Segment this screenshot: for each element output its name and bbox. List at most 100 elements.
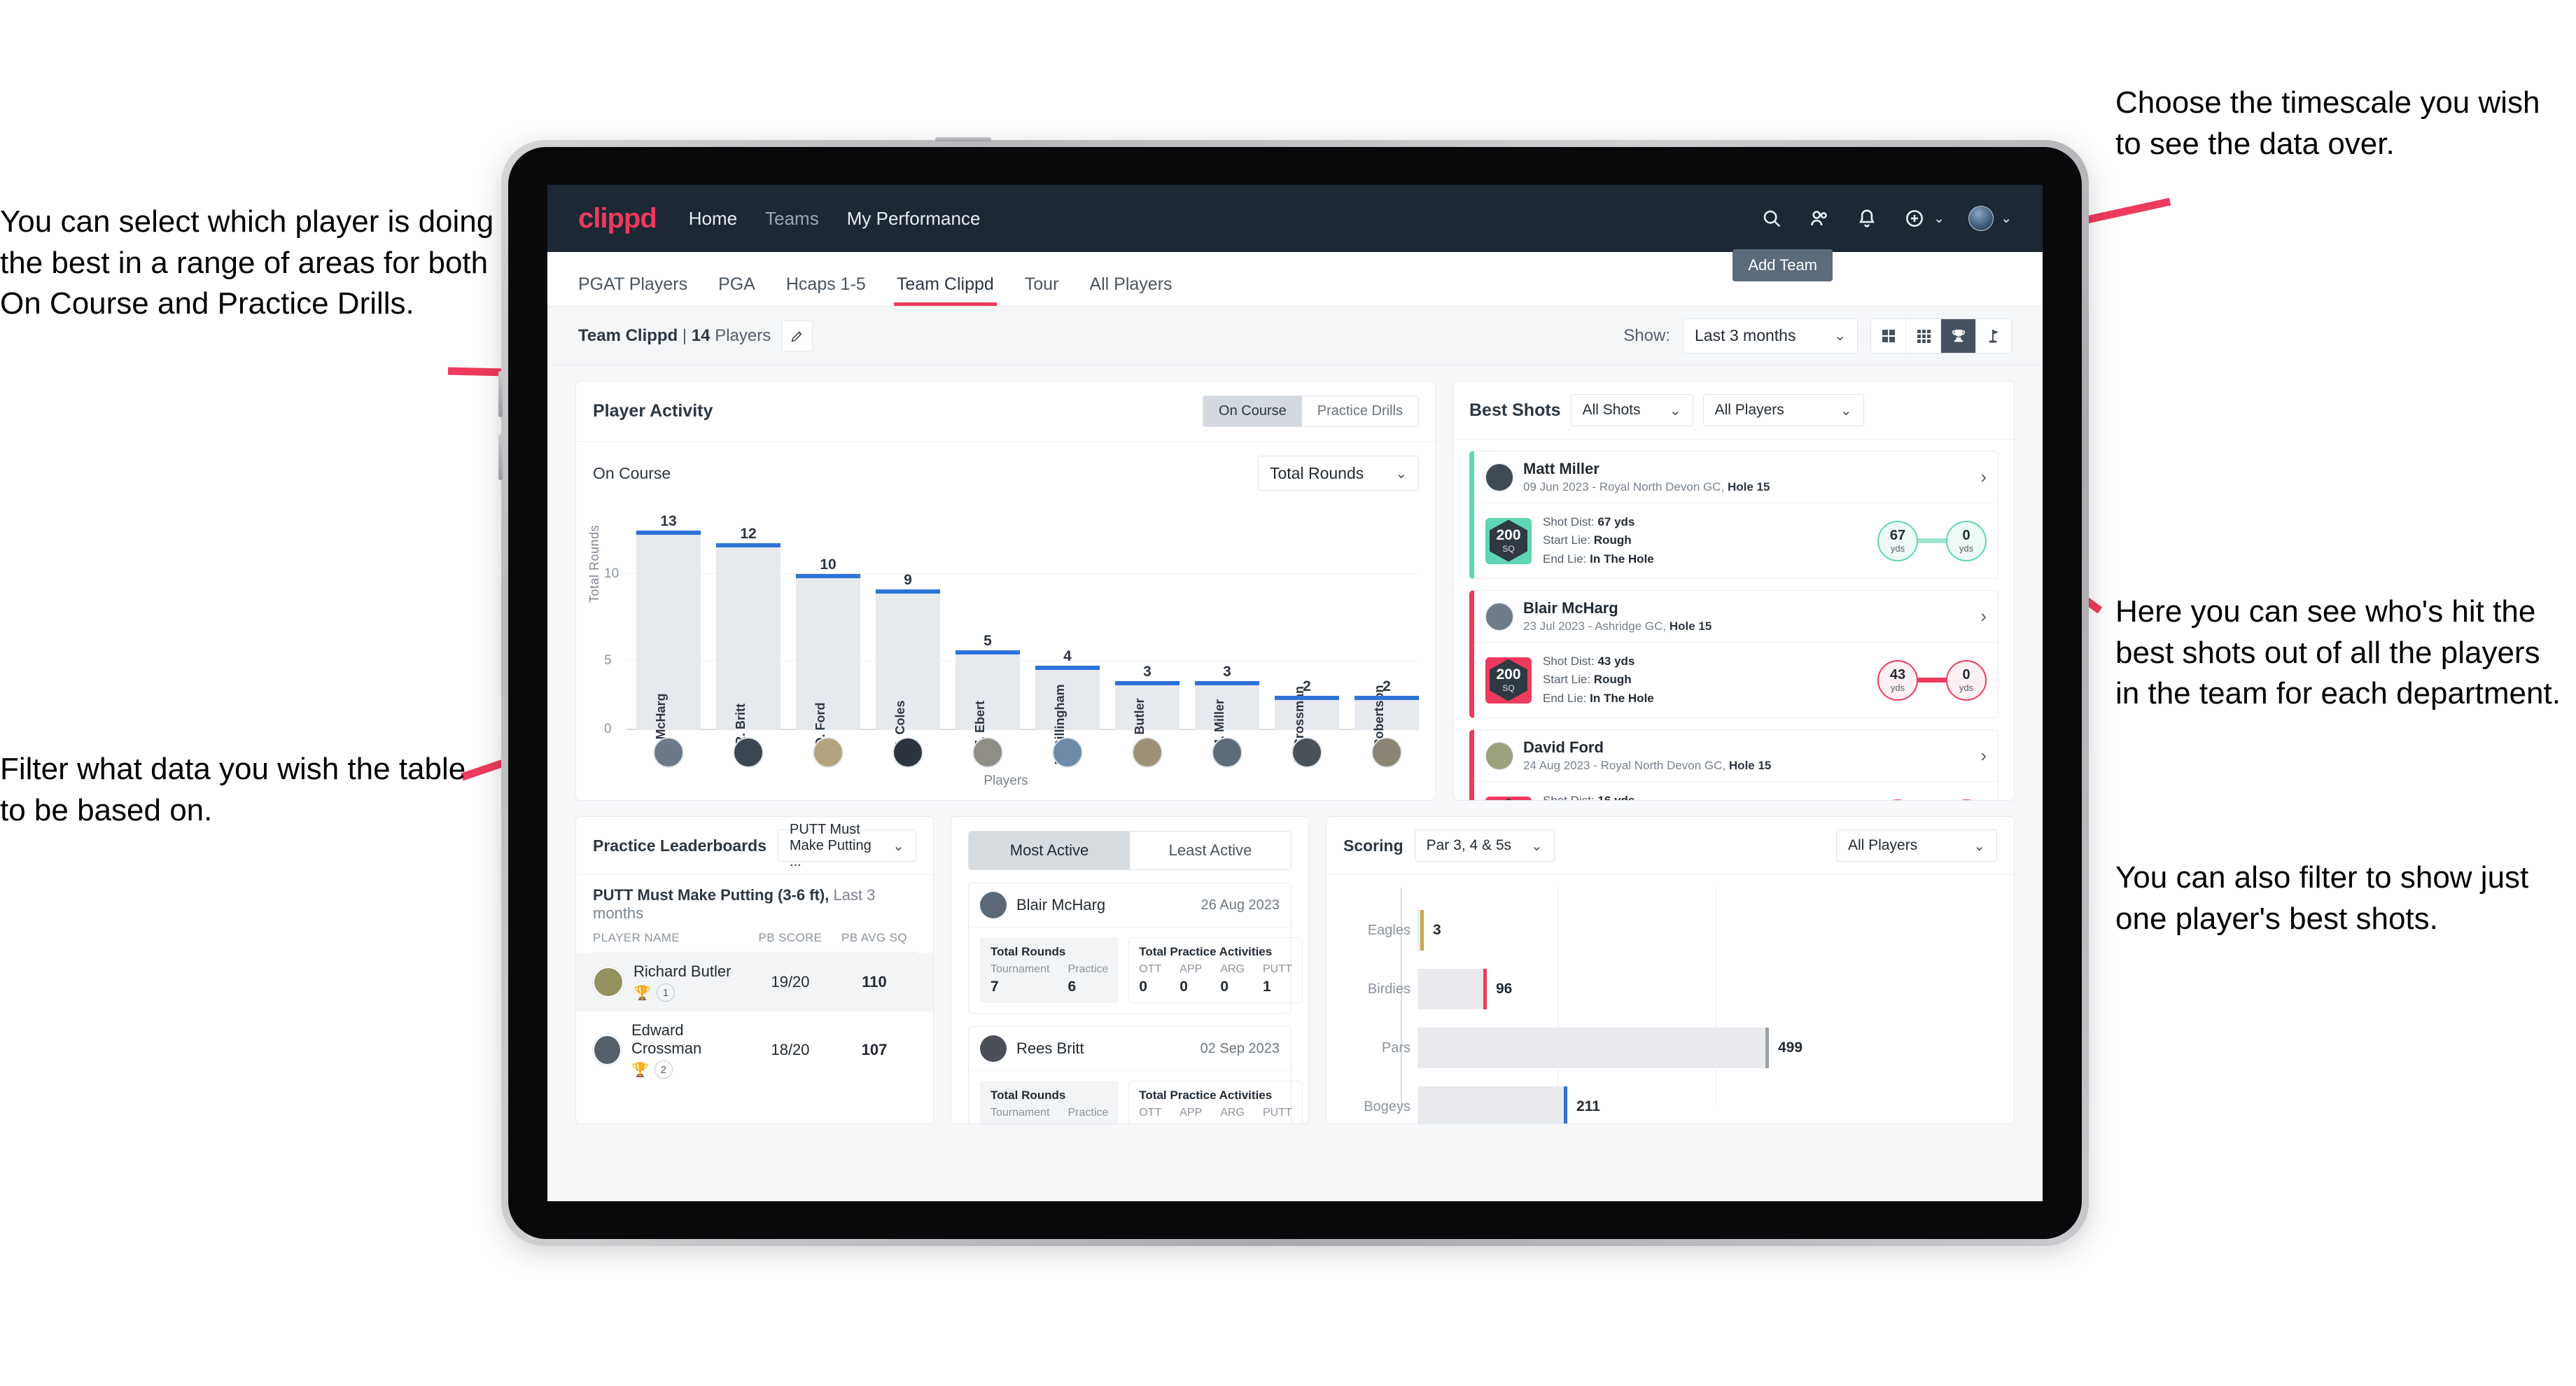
best-shot-identity: David Ford 24 Aug 2023 - Royal North Devo…	[1523, 738, 1771, 773]
player-count: 14	[691, 326, 710, 345]
avatar[interactable]	[1292, 737, 1322, 768]
bar-r-britt[interactable]: 12 R. Britt	[716, 513, 780, 746]
best-shot-card[interactable]: David Ford 24 Aug 2023 - Royal North Devo…	[1469, 729, 1998, 800]
bar-c-robertson[interactable]: 2 C. Robertson	[1354, 513, 1419, 764]
total-rounds-metrics: Tournament 7 Practice 6	[990, 963, 1108, 995]
view-grid-large-button[interactable]	[1871, 318, 1906, 353]
bar-b-mcharg[interactable]: 13 B. McHarg	[636, 513, 701, 756]
drill-select[interactable]: PUTT Must Make Putting ... ⌄	[778, 822, 916, 869]
avatar[interactable]	[593, 1035, 622, 1065]
drill-select-value: PUTT Must Make Putting ...	[790, 821, 872, 869]
tab-hcaps-1-5[interactable]: Hcaps 1-5	[786, 274, 866, 306]
chevron-right-icon[interactable]: ›	[1980, 745, 1987, 766]
avatar[interactable]	[980, 1035, 1007, 1062]
edit-team-button[interactable]	[782, 320, 813, 351]
avatar[interactable]	[733, 737, 764, 768]
bar-d-ford[interactable]: 10 D. Ford	[796, 513, 860, 747]
avatar[interactable]	[593, 967, 624, 997]
best-shots-player-filter[interactable]: All Players ⌄	[1702, 394, 1864, 426]
tab-pgat-players[interactable]: PGAT Players	[578, 274, 687, 306]
annotation-right-top: Choose the timescale you wish to see the…	[2115, 85, 2540, 161]
practice-metric: OTT 0	[1139, 963, 1161, 995]
avatar[interactable]	[980, 892, 1007, 918]
tab-all-players[interactable]: All Players	[1089, 274, 1172, 306]
avatar[interactable]	[1132, 737, 1163, 768]
power-button[interactable]	[935, 137, 991, 141]
best-shot-card[interactable]: Blair McHarg 23 Jul 2023 - Ashridge GC, H…	[1469, 590, 1998, 719]
avatar[interactable]	[1485, 741, 1513, 770]
leaderboard-player-name: Edward Crossman	[631, 1021, 702, 1057]
chevron-right-icon[interactable]: ›	[1980, 606, 1987, 627]
view-toggle-group	[1870, 318, 2012, 354]
tab-team-clippd[interactable]: Team Clippd	[893, 274, 997, 306]
bar-d-billingham[interactable]: 4 D. Billingham	[1035, 513, 1100, 765]
segment-on-course[interactable]: On Course	[1203, 396, 1302, 426]
avatar[interactable]	[972, 737, 1003, 768]
scoring-bar	[1418, 1028, 1769, 1068]
volume-button[interactable]	[498, 371, 503, 417]
scoring-title: Scoring	[1343, 836, 1404, 855]
bar-j-coles[interactable]: 9 J. Coles	[876, 513, 940, 749]
tab-least-active[interactable]: Least Active	[1130, 832, 1291, 869]
practice-metric-value: 0	[1180, 1122, 1202, 1124]
scoring-par-filter[interactable]: Par 3, 4 & 5s ⌄	[1414, 830, 1555, 862]
clippd-logo[interactable]: clippd	[578, 203, 657, 234]
leaderboard-pb-avg-sq: 107	[861, 1041, 888, 1058]
bar-e-crossman[interactable]: 2 E. Crossman	[1275, 513, 1339, 763]
bar-m-miller[interactable]: 3 M. Miller	[1195, 513, 1259, 750]
timescale-select[interactable]: Last 3 months ⌄	[1683, 318, 1858, 354]
best-shot-meta: 23 Jul 2023 - Ashridge GC, Hole 15	[1523, 620, 1712, 634]
scoring-bar-row: Eagles 3	[1368, 910, 1997, 951]
best-shot-card[interactable]: Matt Miller 09 Jun 2023 - Royal North Dev…	[1469, 451, 1998, 580]
nav-my-performance[interactable]: My Performance	[847, 208, 981, 230]
player-avatar-cell	[876, 737, 940, 768]
practice-metric-label: ARG	[1220, 963, 1245, 975]
tab-most-active[interactable]: Most Active	[969, 832, 1130, 869]
table-row[interactable]: Richard Butler 🏆 1 19/20 110	[576, 953, 933, 1011]
chevron-right-icon[interactable]: ›	[1980, 466, 1987, 488]
pencil-icon	[791, 330, 802, 342]
nav-teams[interactable]: Teams	[765, 208, 819, 230]
bar-r-butler[interactable]: 3 R. Butler	[1115, 513, 1180, 751]
avatar[interactable]	[892, 737, 923, 768]
view-grid-small-button[interactable]	[1906, 318, 1941, 353]
tab-pga[interactable]: PGA	[718, 274, 755, 306]
avatar[interactable]	[1968, 206, 1994, 231]
players-word: Players	[715, 326, 771, 345]
avatar[interactable]	[1052, 737, 1083, 768]
search-icon[interactable]	[1760, 206, 1784, 230]
activity-player-card[interactable]: Rees Britt 02 Sep 2023 Total Rounds Tournam…	[968, 1026, 1303, 1124]
avatar[interactable]	[1371, 737, 1402, 768]
bar-rect: D. Ford	[796, 573, 860, 747]
plus-circle-icon[interactable]	[1903, 206, 1926, 230]
tab-tour[interactable]: Tour	[1025, 274, 1059, 306]
y-axis-label: Total Rounds	[587, 524, 601, 603]
avatar[interactable]	[653, 737, 684, 768]
best-shot-details: Shot Dist: 67 yds Start Lie: Rough End Lie…	[1543, 513, 1654, 568]
avatar[interactable]	[1485, 602, 1513, 631]
scoring-header: Scoring Par 3, 4 & 5s ⌄ All Players ⌄	[1326, 817, 2014, 875]
chevron-down-icon-profile[interactable]: ⌄	[2001, 211, 2012, 227]
table-row[interactable]: Edward Crossman 🏆 2 18/20 107	[593, 1011, 916, 1088]
view-golf-flag-button[interactable]	[1976, 319, 2011, 353]
segment-practice-drills[interactable]: Practice Drills	[1301, 396, 1418, 426]
nav-home[interactable]: Home	[689, 208, 737, 230]
volume-button-2[interactable]	[498, 434, 503, 480]
shot-end-distance: 0yds	[1946, 659, 1987, 701]
player-activity-header: Player Activity On Course Practice Drill…	[576, 382, 1436, 442]
bell-icon[interactable]	[1855, 206, 1879, 230]
scoring-bar	[1418, 1086, 1567, 1124]
best-shots-shot-filter[interactable]: All Shots ⌄	[1570, 394, 1693, 426]
avatar[interactable]	[1485, 463, 1513, 491]
scoring-player-filter[interactable]: All Players ⌄	[1836, 830, 1997, 862]
avatar[interactable]	[813, 737, 844, 768]
chevron-down-icon-add[interactable]: ⌄	[1933, 211, 1945, 227]
avatar[interactable]	[1212, 737, 1242, 768]
people-icon[interactable]	[1807, 206, 1831, 230]
practice-metric: APP 0	[1180, 963, 1202, 995]
bar-e-ebert[interactable]: 5 E. Ebert	[955, 513, 1020, 748]
metric-select[interactable]: Total Rounds ⌄	[1258, 456, 1419, 491]
activity-player-card[interactable]: Blair McHarg 26 Aug 2023 Total Rounds Tourn…	[968, 883, 1303, 1014]
end-lie-label: End Lie:	[1543, 691, 1587, 705]
view-trophy-button[interactable]	[1941, 318, 1976, 353]
